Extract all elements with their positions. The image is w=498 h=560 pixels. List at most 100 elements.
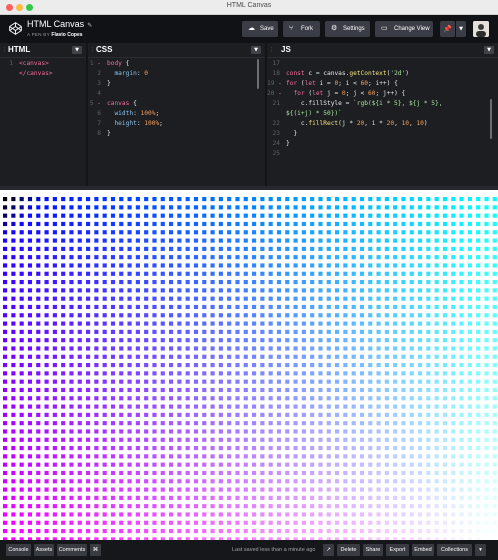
grid-square <box>401 396 406 401</box>
comments-button[interactable]: Comments <box>57 544 87 556</box>
grid-square <box>359 296 365 301</box>
grid-square <box>69 371 74 376</box>
grid-square <box>52 271 57 276</box>
assets-button[interactable]: Assets <box>34 544 54 556</box>
share-button[interactable]: Share <box>363 544 383 556</box>
fold-marker[interactable]: - <box>274 90 282 97</box>
grid-square <box>301 329 306 334</box>
preview-output[interactable] <box>0 190 498 540</box>
settings-button[interactable]: ⚙ Settings <box>325 21 370 37</box>
code-line[interactable]: 19 - for (let i = 0; i < 60; i++) { <box>267 79 498 89</box>
grid-square <box>94 446 99 451</box>
js-scrollbar[interactable] <box>490 99 492 139</box>
pencil-icon[interactable]: ✎ <box>87 23 92 29</box>
grid-square <box>44 520 49 525</box>
css-code-editor[interactable]: 1 - body {2 margin: 0 3} 4 5 - canvas {6 widt… <box>88 59 265 186</box>
grid-square <box>384 213 389 218</box>
grid-square <box>243 404 248 409</box>
grid-square <box>119 429 124 434</box>
grid-square <box>235 304 240 310</box>
code-line[interactable]: 23 } <box>267 129 498 139</box>
grid-square <box>135 213 140 218</box>
grid-square <box>467 396 472 401</box>
code-line[interactable]: </canvas> <box>0 69 86 79</box>
grid-square <box>384 437 389 442</box>
collections-button[interactable]: Collections <box>437 544 472 556</box>
grid-square <box>27 255 33 260</box>
code-line[interactable]: 2 margin: 0 <box>88 69 265 79</box>
grid-square <box>61 255 66 260</box>
delete-button[interactable]: Delete <box>337 544 360 556</box>
html-code-editor[interactable]: 1 <canvas> </canvas> <box>0 59 86 186</box>
grid-square <box>268 238 273 243</box>
code-line[interactable]: 6 width: 100%; <box>88 109 265 119</box>
grid-square <box>86 271 91 276</box>
grid-square <box>160 446 165 451</box>
grid-square <box>19 429 24 434</box>
grid-square <box>86 479 91 484</box>
html-panel-menu-button[interactable]: ▼ <box>72 46 82 54</box>
grip-icon[interactable]: ⋮ <box>269 47 274 53</box>
pen-title-area[interactable]: HTML Canvas ✎ <box>27 19 92 29</box>
fold-marker[interactable]: - <box>94 100 101 107</box>
grid-square <box>335 512 340 517</box>
grid-square <box>36 304 41 310</box>
code-line[interactable]: 3} <box>88 79 265 89</box>
author-link[interactable]: Flavio Copes <box>51 32 82 38</box>
code-line[interactable]: 22 c.fillRect(j * 20, i * 20, 10, 10) <box>267 119 498 129</box>
external-view-button[interactable]: ↗ <box>323 544 334 556</box>
chevron-down-icon: ▼ <box>459 26 463 32</box>
code-line[interactable]: 21 c.fillStyle = `rgb(${i * 5}, ${j * 5}… <box>267 99 498 109</box>
grip-icon[interactable]: ⋮ <box>2 47 7 53</box>
export-button[interactable]: Export <box>386 544 409 556</box>
code-line[interactable]: 18 const c = canvas.getContext('2d') <box>267 69 498 79</box>
pin-menu-button[interactable]: ▼ <box>456 21 466 37</box>
save-button[interactable]: ☁ Save <box>242 21 278 37</box>
code-line[interactable]: 25 <box>267 149 498 159</box>
grid-square <box>318 421 323 426</box>
code-line[interactable]: 1 <canvas> <box>0 59 86 69</box>
grid-square <box>393 512 398 517</box>
grid-square <box>476 321 481 326</box>
code-line[interactable]: 20 - for (let j = 0; j < 60; j++) { <box>267 89 498 99</box>
code-line[interactable]: 7 height: 100%; <box>88 119 265 129</box>
pin-button[interactable]: 📌 <box>440 21 455 37</box>
grid-square <box>69 379 74 384</box>
grid-square <box>467 338 472 343</box>
fold-marker[interactable]: - <box>94 60 101 67</box>
code-line[interactable]: 17 <box>267 59 498 69</box>
fork-button[interactable]: ⑂ Fork <box>283 21 320 37</box>
keyboard-shortcuts-button[interactable]: ⌘ <box>90 544 101 556</box>
code-line[interactable]: 5 - canvas { <box>88 99 265 109</box>
grid-square <box>276 421 282 426</box>
embed-button[interactable]: Embed <box>412 544 434 556</box>
code-line[interactable]: 24} <box>267 139 498 149</box>
code-line[interactable]: ${(i+j) * 50})` <box>267 109 498 119</box>
grid-square <box>202 396 207 401</box>
grid-square <box>202 246 207 251</box>
js-code-editor[interactable]: 17 18 const c = canvas.getContext('2d') 19 … <box>267 59 498 186</box>
grid-square <box>77 512 82 517</box>
more-options-button[interactable]: ▾ <box>475 544 486 556</box>
code-line[interactable]: 1 - body { <box>88 59 265 69</box>
grid-square <box>252 429 257 434</box>
code-line[interactable]: 8} <box>88 129 265 139</box>
console-button[interactable]: Console <box>6 544 31 556</box>
user-avatar[interactable] <box>473 21 489 37</box>
change-view-button[interactable]: ▭ Change View <box>375 21 433 37</box>
grid-square <box>285 479 290 484</box>
js-panel-menu-button[interactable]: ▼ <box>484 46 494 54</box>
css-panel-menu-button[interactable]: ▼ <box>251 46 261 54</box>
codepen-logo-icon[interactable] <box>9 22 22 35</box>
grid-square <box>252 363 257 368</box>
code-token: body <box>107 60 122 67</box>
code-line[interactable]: 4 <box>88 89 265 99</box>
grid-square <box>11 371 16 376</box>
grid-square <box>368 296 373 301</box>
grip-icon[interactable]: ⋮ <box>90 47 95 53</box>
pen-title[interactable]: HTML Canvas <box>27 19 84 29</box>
grid-square <box>86 321 91 326</box>
fold-marker[interactable]: - <box>274 80 282 87</box>
grid-square <box>276 462 282 467</box>
css-scrollbar[interactable] <box>257 59 259 89</box>
